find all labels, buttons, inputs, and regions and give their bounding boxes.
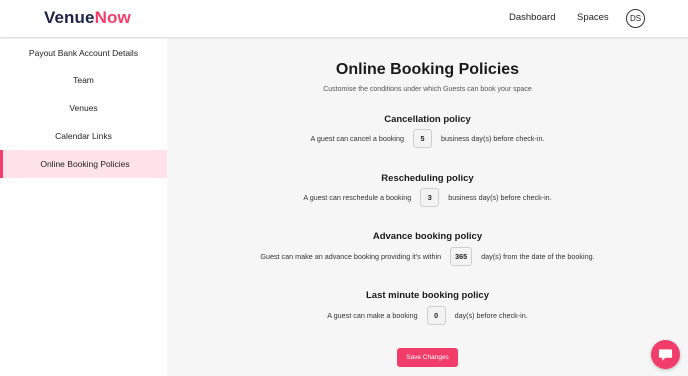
last-minute-suffix: day(s) before check-in. <box>454 310 528 320</box>
last-minute-prefix: A guest can make a booking <box>327 310 418 320</box>
sidebar-item-online-booking-policies[interactable]: Online Booking Policies <box>0 150 167 178</box>
last-minute-booking-policy-title: Last minute booking policy <box>366 290 489 301</box>
sidebar-item-team[interactable]: Team <box>0 66 167 94</box>
rescheduling-policy-title: Rescheduling policy <box>381 173 474 184</box>
rescheduling-days-input[interactable]: 3 <box>420 187 440 207</box>
page-subtitle: Customise the conditions under which Gue… <box>323 86 532 93</box>
chat-bubble-icon <box>658 349 673 361</box>
page-title: Online Booking Policies <box>335 61 520 78</box>
nav-dashboard-link[interactable]: Dashboard <box>509 12 555 23</box>
sidebar-item-calendar-links[interactable]: Calendar Links <box>0 122 167 150</box>
last-minute-days-input[interactable]: 0 <box>426 305 446 325</box>
rescheduling-policy-row: A guest can reschedule a booking 3 busin… <box>167 187 688 207</box>
rescheduling-suffix: business day(s) before check-in. <box>448 192 552 202</box>
cancellation-suffix: business day(s) before check-in. <box>441 133 545 143</box>
logo-part-now: Now <box>94 8 131 27</box>
advance-booking-policy-title: Advance booking policy <box>372 231 483 242</box>
cancellation-days-input[interactable]: 5 <box>413 128 433 148</box>
cancellation-policy-row: A guest can cancel a booking 5 business … <box>167 128 688 148</box>
advance-booking-policy-row: Guest can make an advance booking provid… <box>167 246 688 266</box>
rescheduling-prefix: A guest can reschedule a booking <box>303 192 412 202</box>
logo-part-venue: Venue <box>44 8 95 27</box>
user-avatar[interactable]: DS <box>626 9 645 28</box>
main-content: Online Booking Policies Customise the co… <box>167 39 688 376</box>
settings-sidebar: Payout Bank Account Details Team Venues … <box>0 39 167 376</box>
advance-booking-suffix: day(s) from the date of the booking. <box>481 251 595 261</box>
save-changes-button[interactable]: Save Changes <box>397 348 458 367</box>
top-navbar: VenueNow Dashboard Spaces DS <box>0 0 688 38</box>
sidebar-item-venues[interactable]: Venues <box>0 94 167 122</box>
venuenow-logo[interactable]: VenueNow <box>44 8 131 28</box>
nav-spaces-link[interactable]: Spaces <box>577 12 609 23</box>
cancellation-policy-title: Cancellation policy <box>384 114 471 125</box>
sidebar-item-payout-bank-account-details[interactable]: Payout Bank Account Details <box>0 39 167 67</box>
advance-booking-days-input[interactable]: 365 <box>450 246 473 266</box>
cancellation-prefix: A guest can cancel a booking <box>310 133 405 143</box>
last-minute-booking-policy-row: A guest can make a booking 0 day(s) befo… <box>167 305 688 325</box>
advance-booking-prefix: Guest can make an advance booking provid… <box>260 251 442 261</box>
chat-widget-button[interactable] <box>651 340 680 369</box>
